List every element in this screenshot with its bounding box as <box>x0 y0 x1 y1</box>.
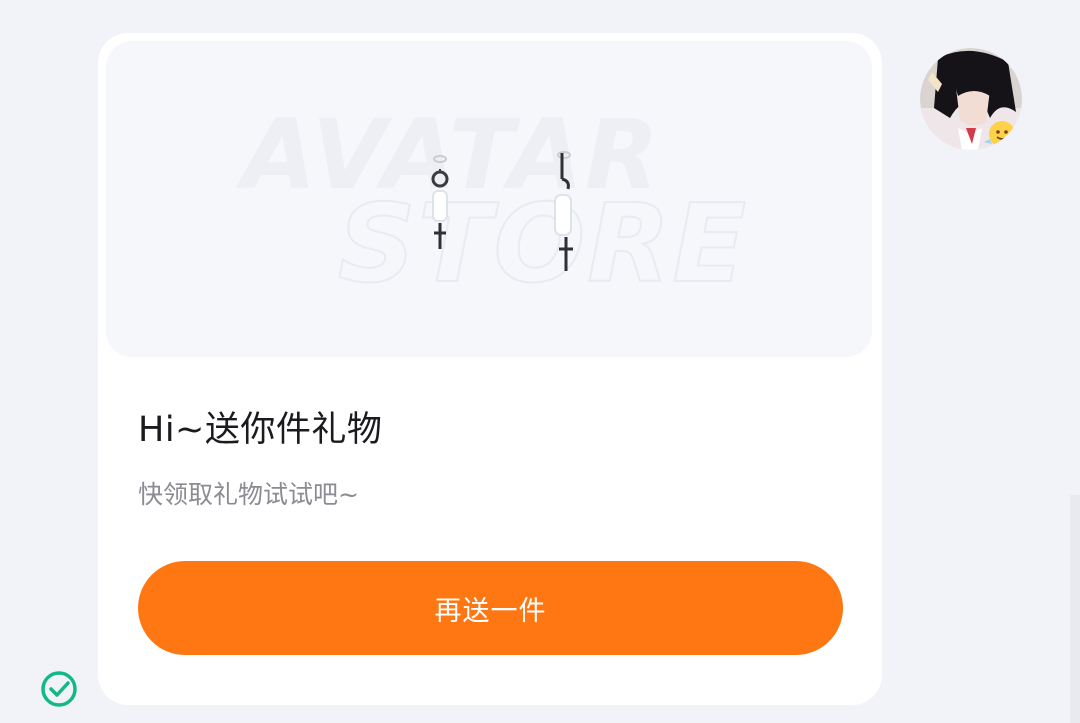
send-another-button[interactable]: 再送一件 <box>138 561 843 655</box>
gift-subtitle: 快领取礼物试试吧~ <box>138 480 359 509</box>
gift-title: Hi~送你件礼物 <box>138 410 383 450</box>
check-circle-icon <box>41 671 77 707</box>
gift-banner[interactable]: AVATAR STORE <box>106 41 872 357</box>
gift-message-card: AVATAR STORE Hi~送你件礼物 快领取礼物试试吧~ 再送一件 <box>98 33 882 705</box>
earrings-icon <box>431 151 573 271</box>
user-avatar[interactable] <box>920 48 1022 150</box>
chat-screen: AVATAR STORE Hi~送你件礼物 快领取礼物试试吧~ 再送一件 <box>0 0 1080 723</box>
scrollbar[interactable] <box>1070 495 1080 723</box>
